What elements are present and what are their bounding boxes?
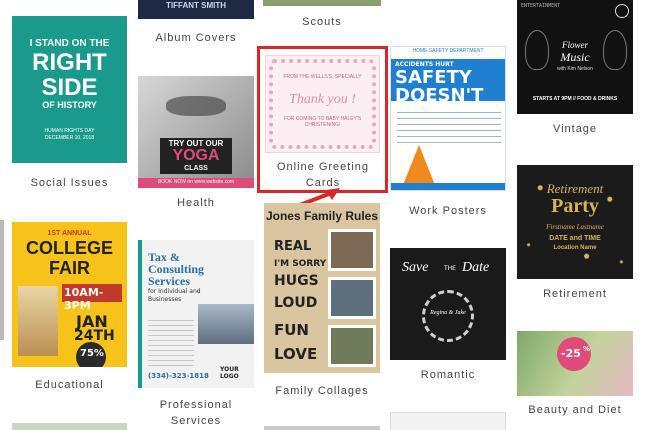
caption-vintage[interactable]: Vintage <box>517 121 633 137</box>
vintage-top: ENTERTAINMENT <box>521 3 561 9</box>
vintage-flower-right <box>603 30 627 70</box>
family-r4: LOUD <box>274 295 318 311</box>
family-r2: I'M SORRY <box>274 259 327 269</box>
vintage-foot: STARTS AT 9PM // FOOD & DRINKS <box>532 96 618 102</box>
caption-family-collages[interactable]: Family Collages <box>264 383 380 399</box>
professional-services-card[interactable]: Tax & Consulting Services for Individual… <box>138 240 254 388</box>
greeting-floral-border <box>269 59 376 149</box>
online-greeting-card-highlight[interactable]: FROM THE WELLS'S, SPECIALLY Thank you ! … <box>257 46 388 193</box>
retirement-loc: Location Name <box>553 245 597 251</box>
family-photo-3 <box>328 325 376 367</box>
caption-retirement[interactable]: Retirement <box>517 286 633 302</box>
college-time: 10AM-3PM <box>64 286 104 312</box>
social-line2: RIGHT <box>32 49 107 76</box>
caption-social-issues[interactable]: Social Issues <box>12 175 127 191</box>
beauty-diet-card[interactable]: -25 % <box>517 331 633 396</box>
caption-health[interactable]: Health <box>138 195 254 211</box>
romantic-card[interactable]: Save THE Date Regina & Jake <box>390 248 506 360</box>
safety-line2: DOESN'T <box>395 85 484 106</box>
yoga-line3: CLASS <box>184 165 208 172</box>
yoga-figure <box>166 96 226 116</box>
retirement-name: Firstname Lastname <box>546 223 604 231</box>
college-off: 75% <box>80 348 104 359</box>
romantic-names: Regina & Jake <box>430 310 466 316</box>
work-posters-card[interactable]: HOME SAFETY DEPARTMENT ACCIDENTS HURT SA… <box>390 46 506 191</box>
yoga-footer: BOOK NOW on www.website.com <box>157 179 235 185</box>
safety-header: HOME SAFETY DEPARTMENT <box>412 48 484 54</box>
caption-album-covers[interactable]: Album Covers <box>138 30 254 46</box>
college-photo <box>18 286 58 356</box>
partial-card-col3-bottom[interactable] <box>264 426 380 430</box>
social-line3: SIDE <box>41 74 98 101</box>
social-line1: I STAND ON THE <box>29 38 110 49</box>
family-photo-1 <box>328 229 376 271</box>
social-line4: OF HISTORY <box>42 100 97 110</box>
tax-left-strip <box>138 240 142 388</box>
retirement-card[interactable]: Retirement Party Firstname Lastname DATE… <box>517 165 633 279</box>
tax-logo: YOUR LOGO <box>220 366 239 380</box>
social-footer1: HUMAN RIGHTS DAY <box>44 128 95 134</box>
safety-bottom-band <box>391 183 505 190</box>
beauty-off: -25 <box>561 347 581 360</box>
left-edge-partial <box>0 220 4 340</box>
yoga-line2: YOGA <box>172 147 220 164</box>
caption-educational[interactable]: Educational <box>12 377 127 393</box>
romantic-date: Date <box>462 260 490 275</box>
vintage-card[interactable]: ENTERTAINMENT Flower Music with Kim Nels… <box>517 0 633 114</box>
beauty-pct: % <box>583 345 591 353</box>
family-photo-2 <box>328 277 376 319</box>
tax-phone: (334)-323-1818 <box>148 372 209 380</box>
family-r1: REAL <box>274 239 312 254</box>
scouts-card[interactable] <box>263 0 381 6</box>
retirement-line2: Party <box>551 195 599 217</box>
safety-text-lines <box>397 107 501 143</box>
health-card[interactable]: TRY OUT OUR YOGA CLASS BOOK NOW on www.w… <box>138 76 254 188</box>
romantic-wreath <box>422 290 474 342</box>
tax-list <box>148 316 194 366</box>
college-line1: COLLEGE <box>25 238 113 258</box>
greeting-card-image: FROM THE WELLS'S, SPECIALLY Thank you ! … <box>265 55 380 153</box>
tax-title3: Services <box>148 274 190 288</box>
caption-scouts[interactable]: Scouts <box>263 14 381 30</box>
family-title: Jones Family Rules <box>265 209 379 223</box>
family-r6: LOVE <box>274 345 318 363</box>
caption-beauty-diet[interactable]: Beauty and Diet <box>517 402 633 418</box>
tax-sub: for Individual and Businesses <box>148 288 201 303</box>
safety-cone <box>403 145 435 185</box>
caption-professional-services[interactable]: Professional Services <box>150 397 242 429</box>
family-r3: HUGS <box>274 273 319 289</box>
vintage-flower-left <box>525 30 549 70</box>
social-issues-card[interactable]: I STAND ON THE RIGHT SIDE OF HISTORY HUM… <box>12 16 127 163</box>
tax-photo <box>198 304 254 344</box>
social-footer2: DECEMBER 10, 2018 <box>44 135 95 141</box>
college-line2: FAIR <box>48 258 90 278</box>
partial-card-col1-bottom[interactable] <box>12 423 127 430</box>
romantic-save: Save <box>402 260 429 275</box>
family-r5: FUN <box>274 321 309 339</box>
vintage-badge <box>615 4 629 18</box>
retirement-date: DATE and TIME <box>549 235 601 242</box>
album-top-text: TIFFANT SMITH <box>166 1 226 10</box>
partial-card-col4-bottom[interactable] <box>390 412 506 430</box>
family-collages-card[interactable]: Jones Family Rules REAL I'M SORRY HUGS L… <box>264 203 380 373</box>
educational-card[interactable]: 1ST ANNUAL COLLEGE FAIR 10AM-3PM JAN 24T… <box>12 222 127 367</box>
caption-work-posters[interactable]: Work Posters <box>390 203 506 219</box>
album-covers-card[interactable]: TIFFANT SMITH <box>138 0 254 19</box>
romantic-the: THE <box>444 265 456 272</box>
caption-romantic[interactable]: Romantic <box>390 367 506 383</box>
college-top: 1ST ANNUAL <box>47 230 92 237</box>
template-gallery: I STAND ON THE RIGHT SIDE OF HISTORY HUM… <box>0 0 650 430</box>
